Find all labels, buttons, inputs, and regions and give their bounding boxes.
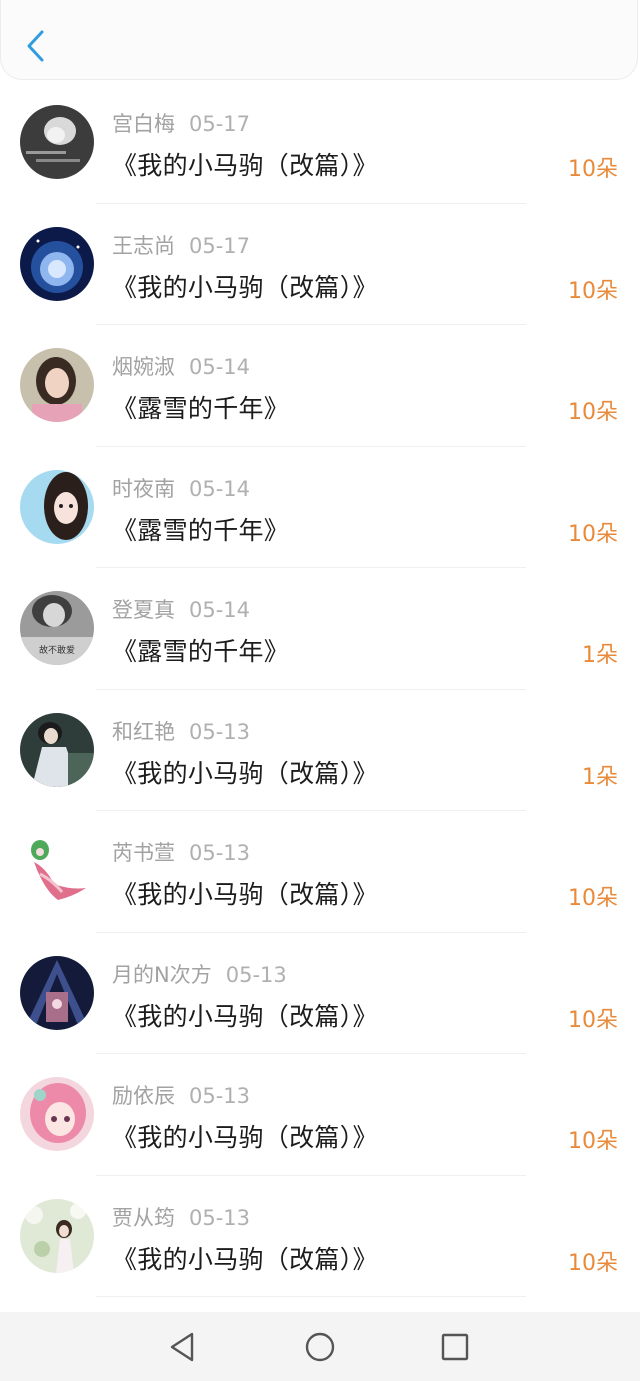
flower-count: 10朵 — [568, 1007, 618, 1033]
gift-date: 05-13 — [189, 841, 251, 865]
sender-name[interactable]: 宫白梅 — [112, 112, 175, 136]
list-item[interactable]: 故不敢爱 登夏真 05-14 《露雪的千年》 1朵 — [0, 568, 640, 690]
system-recents-button[interactable] — [435, 1327, 475, 1367]
gift-date: 05-17 — [189, 112, 251, 136]
sender-info: 烟婉淑 05-14 — [112, 351, 250, 381]
avatar[interactable] — [20, 348, 94, 422]
sender-name[interactable]: 励依辰 — [112, 1084, 175, 1108]
sender-info: 登夏真 05-14 — [112, 594, 250, 624]
flower-count: 10朵 — [568, 278, 618, 304]
flower-count: 10朵 — [568, 886, 618, 911]
flower-count: 10朵 — [568, 521, 618, 547]
sender-name[interactable]: 时夜南 — [112, 477, 175, 501]
top-bar — [0, 0, 638, 80]
sender-info: 贾从筠 05-13 — [112, 1202, 250, 1232]
flower-count: 10朵 — [568, 1129, 618, 1154]
list-item[interactable]: 烟婉淑 05-14 《露雪的千年》 10朵 — [0, 325, 640, 447]
list-item[interactable]: 和红艳 05-13 《我的小马驹（改篇）》 1朵 — [0, 690, 640, 811]
list-item[interactable]: 宫白梅 05-17 《我的小马驹（改篇）》 10朵 — [0, 82, 640, 204]
avatar[interactable] — [20, 105, 94, 179]
flower-count: 10朵 — [568, 1250, 618, 1276]
sender-name[interactable]: 烟婉淑 — [112, 355, 175, 379]
gift-date: 05-13 — [189, 719, 251, 744]
system-navigation-bar — [0, 1312, 640, 1381]
flower-gift-list: 宫白梅 05-17 《我的小马驹（改篇）》 10朵 王志尚 05-17 《我的小马驹… — [0, 82, 640, 1297]
sender-name[interactable]: 和红艳 — [112, 720, 175, 744]
avatar[interactable] — [20, 712, 94, 787]
work-title[interactable]: 《我的小马驹（改篇）》 — [112, 146, 378, 182]
list-item[interactable]: 时夜南 05-14 《露雪的千年》 10朵 — [0, 447, 640, 568]
flower-count: 1朵 — [582, 764, 618, 790]
system-back-button[interactable] — [162, 1327, 202, 1367]
avatar[interactable]: 故不敢爱 — [20, 591, 94, 665]
sender-name[interactable]: 贾从筠 — [112, 1206, 175, 1230]
work-title[interactable]: 《露雪的千年》 — [112, 389, 289, 425]
avatar[interactable] — [20, 834, 94, 908]
list-item[interactable]: 芮书萱 05-13 《我的小马驹（改篇）》 10朵 — [0, 811, 640, 933]
work-title[interactable]: 《我的小马驹（改篇）》 — [112, 1240, 378, 1276]
gift-date: 05-13 — [225, 962, 287, 987]
sender-name[interactable]: 登夏真 — [112, 598, 175, 622]
gift-date: 05-14 — [189, 355, 251, 379]
square-recents-icon — [441, 1333, 469, 1361]
avatar[interactable] — [20, 469, 94, 544]
gift-date: 05-13 — [189, 1084, 251, 1108]
flower-count: 10朵 — [568, 400, 618, 425]
back-button[interactable] — [19, 26, 53, 66]
avatar[interactable] — [20, 955, 94, 1030]
work-title[interactable]: 《露雪的千年》 — [112, 632, 289, 668]
work-title[interactable]: 《我的小马驹（改篇）》 — [112, 754, 378, 790]
gift-date: 05-13 — [189, 1205, 251, 1230]
work-title[interactable]: 《我的小马驹（改篇）》 — [112, 1118, 378, 1154]
divider — [96, 1296, 526, 1297]
sender-info: 芮书萱 05-13 — [112, 837, 250, 867]
sender-info: 时夜南 05-14 — [112, 473, 250, 503]
list-item[interactable]: 月的N次方 05-13 《我的小马驹（改篇）》 10朵 — [0, 933, 640, 1054]
avatar[interactable] — [20, 1077, 94, 1151]
work-title[interactable]: 《我的小马驹（改篇）》 — [112, 268, 378, 304]
system-home-button[interactable] — [300, 1327, 340, 1367]
list-item[interactable]: 励依辰 05-13 《我的小马驹（改篇）》 10朵 — [0, 1054, 640, 1176]
sender-name[interactable]: 芮书萱 — [112, 841, 175, 865]
sender-info: 励依辰 05-13 — [112, 1080, 250, 1110]
list-item[interactable]: 贾从筠 05-13 《我的小马驹（改篇）》 10朵 — [0, 1176, 640, 1297]
triangle-back-icon — [170, 1332, 194, 1362]
chevron-left-icon — [27, 30, 44, 62]
sender-name[interactable]: 月的N次方 — [112, 963, 212, 987]
avatar[interactable] — [20, 226, 94, 301]
work-title[interactable]: 《露雪的千年》 — [112, 511, 289, 547]
flower-count: 1朵 — [582, 643, 618, 668]
gift-date: 05-14 — [189, 476, 251, 501]
gift-date: 05-14 — [189, 598, 251, 622]
sender-info: 宫白梅 05-17 — [112, 108, 250, 138]
list-item[interactable]: 王志尚 05-17 《我的小马驹（改篇）》 10朵 — [0, 204, 640, 325]
gift-date: 05-17 — [189, 233, 251, 258]
sender-name[interactable]: 王志尚 — [112, 234, 175, 258]
sender-info: 和红艳 05-13 — [112, 716, 250, 746]
work-title[interactable]: 《我的小马驹（改篇）》 — [112, 875, 378, 911]
flower-count: 10朵 — [568, 157, 618, 182]
sender-info: 王志尚 05-17 — [112, 230, 250, 260]
work-title[interactable]: 《我的小马驹（改篇）》 — [112, 997, 378, 1033]
circle-home-icon — [305, 1332, 335, 1362]
sender-info: 月的N次方 05-13 — [112, 959, 287, 989]
avatar[interactable] — [20, 1198, 94, 1273]
avatar-caption: 故不敢爱 — [39, 644, 75, 656]
